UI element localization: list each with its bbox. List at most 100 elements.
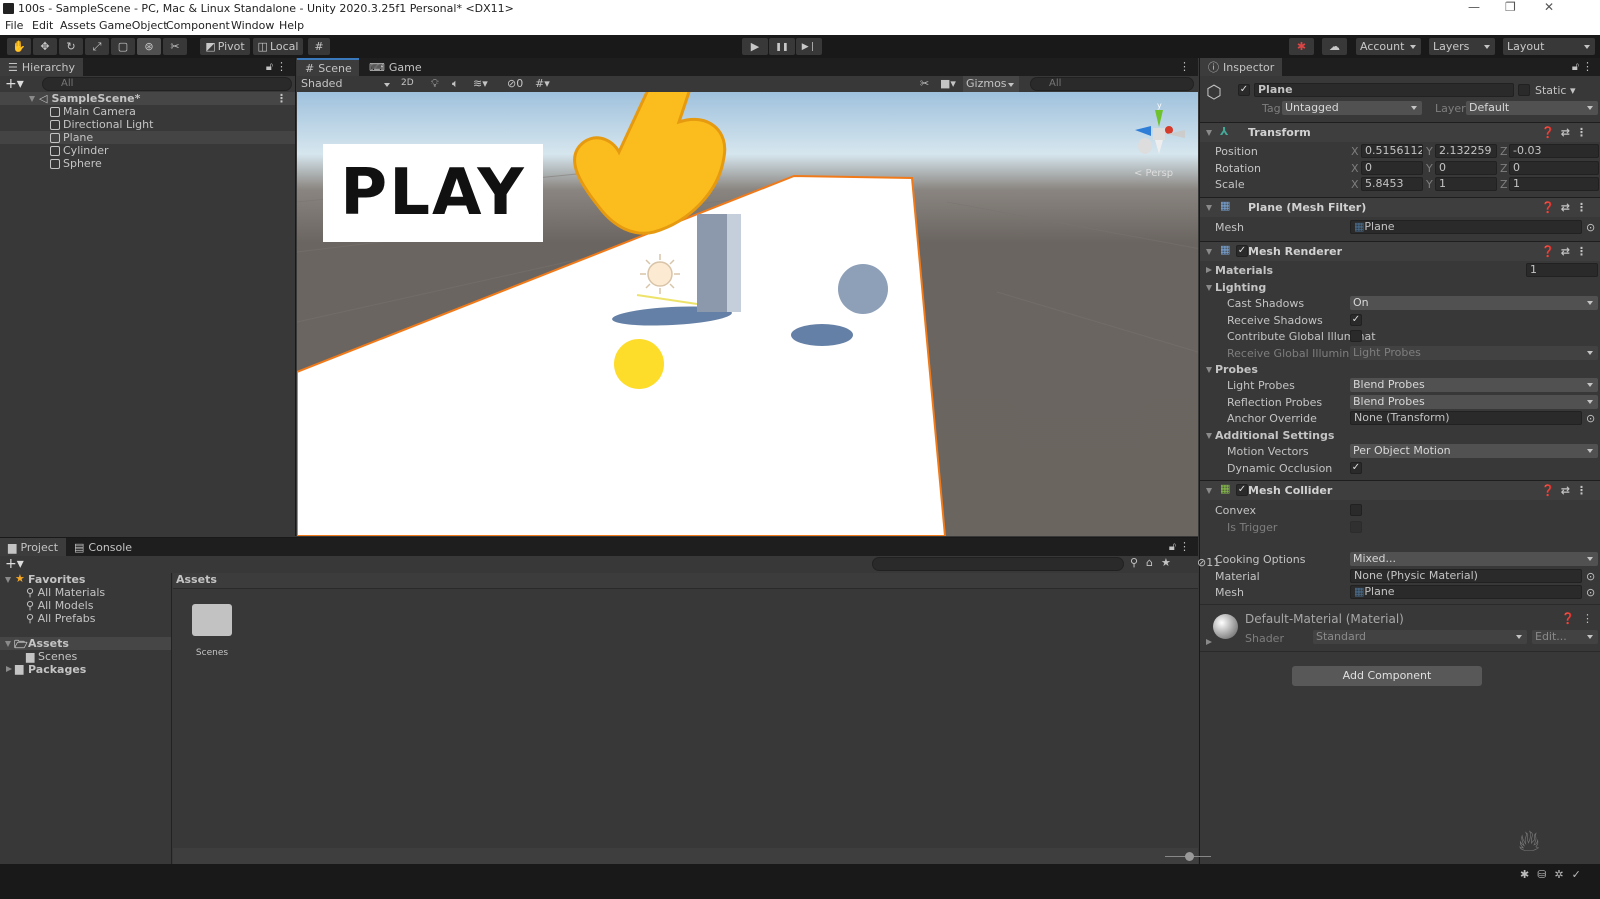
y-axis-icon[interactable] <box>1155 110 1163 127</box>
effects-toggle-icon[interactable]: ≋▾ <box>473 77 488 90</box>
mesh-collider-enabled-checkbox[interactable]: ✓ <box>1236 484 1248 496</box>
hierarchy-item[interactable]: Directional Light <box>0 118 295 131</box>
tag-dropdown[interactable]: Untagged <box>1282 101 1422 115</box>
layers-dropdown[interactable]: Layers <box>1429 38 1495 55</box>
hierarchy-search-input[interactable]: All <box>42 77 292 91</box>
shading-mode-dropdown[interactable]: Shaded <box>299 76 395 92</box>
favorite-item[interactable]: ⚲ All Materials <box>26 586 105 599</box>
transform-header[interactable]: ⅄ Transform ❓⇄⋮ <box>1200 122 1600 142</box>
menu-edit[interactable]: Edit <box>32 19 53 32</box>
reflection-probes-dropdown[interactable]: Blend Probes <box>1350 395 1598 409</box>
scene-viewport[interactable]: PLAY y < Persp <box>297 92 1198 536</box>
menu-assets[interactable]: Assets <box>60 19 96 32</box>
scale-y-field[interactable]: 1 <box>1435 177 1497 191</box>
object-picker-icon[interactable]: ⊙ <box>1586 221 1595 234</box>
favorites-node[interactable]: ★ Favorites <box>5 572 175 586</box>
transform-tool-button[interactable]: ⊛ <box>137 38 161 55</box>
grid-toggle-icon[interactable]: #▾ <box>535 77 550 90</box>
rotation-z-field[interactable]: 0 <box>1509 161 1599 175</box>
collapse-icon[interactable] <box>1206 488 1212 494</box>
lighting-section[interactable]: Lighting <box>1200 280 1600 296</box>
custom-tool-button[interactable]: ✂ <box>163 38 187 55</box>
component-actions[interactable]: ❓⇄⋮ <box>1541 126 1593 139</box>
pause-button[interactable]: ❚❚ <box>769 38 795 55</box>
object-picker-icon[interactable]: ⊙ <box>1586 586 1595 599</box>
collapse-icon[interactable] <box>1206 249 1212 255</box>
favorite-item[interactable]: ⚲ All Models <box>26 599 93 612</box>
pivot-toggle[interactable]: ◩ Pivot <box>200 38 250 55</box>
maximize-button[interactable]: ❐ <box>1505 0 1516 14</box>
receive-shadows-checkbox[interactable]: ✓ <box>1350 314 1362 326</box>
component-actions[interactable]: ❓⇄⋮ <box>1541 245 1593 258</box>
collapse-icon[interactable] <box>5 641 11 647</box>
status-icons[interactable]: ✱⛁✲✓ <box>1520 868 1589 881</box>
object-name-input[interactable]: Plane <box>1254 83 1514 97</box>
local-toggle[interactable]: ◫ Local <box>253 38 303 55</box>
scale-tool-button[interactable]: ⤢ <box>85 38 109 55</box>
lock-icon[interactable]: 🔓︎ <box>266 60 273 74</box>
scene-search-input[interactable]: All <box>1030 77 1194 91</box>
more-options-icon[interactable]: ⋮ <box>1582 612 1593 625</box>
hierarchy-item-selected[interactable]: Plane <box>0 131 295 144</box>
hierarchy-item[interactable]: Cylinder <box>0 144 295 157</box>
convex-checkbox[interactable] <box>1350 504 1362 516</box>
close-button[interactable]: ✕ <box>1544 0 1554 14</box>
active-checkbox[interactable]: ✓ <box>1238 84 1250 96</box>
menu-component[interactable]: Component <box>166 19 230 32</box>
project-search-input[interactable] <box>872 557 1124 571</box>
create-button[interactable]: +▾ <box>5 76 24 92</box>
hidden-packages-toggle[interactable]: ⊘11 <box>1197 556 1220 569</box>
favorite-item[interactable]: ⚲ All Prefabs <box>26 612 96 625</box>
account-dropdown[interactable]: Account <box>1356 38 1421 55</box>
expand-icon[interactable] <box>29 95 35 102</box>
contribute-gi-checkbox[interactable] <box>1350 330 1362 342</box>
rect-tool-button[interactable]: ▢ <box>111 38 135 55</box>
materials-count-field[interactable]: 1 <box>1526 263 1598 277</box>
anchor-override-field[interactable]: None (Transform) <box>1350 411 1582 425</box>
mesh-filter-header[interactable]: ▦ Plane (Mesh Filter) ❓⇄⋮ <box>1200 197 1600 217</box>
add-component-button[interactable]: Add Component <box>1292 666 1482 686</box>
cast-shadows-dropdown[interactable]: On <box>1350 296 1598 310</box>
rotation-y-field[interactable]: 0 <box>1435 161 1497 175</box>
menu-help[interactable]: Help <box>279 19 304 32</box>
expand-icon[interactable] <box>6 666 12 672</box>
move-tool-button[interactable]: ✥ <box>33 38 57 55</box>
zoom-slider-handle[interactable] <box>1185 852 1194 861</box>
step-button[interactable]: ▶❘ <box>796 38 822 55</box>
lighting-toggle-icon[interactable]: 💡︎ <box>431 77 439 91</box>
gameobject-icon[interactable]: ⬡ <box>1206 82 1222 103</box>
camera-dropdown-icon[interactable]: ■▾ <box>940 77 956 90</box>
tab-game[interactable]: ⌨ Game <box>361 58 430 76</box>
collab-button[interactable]: ✱ <box>1289 38 1314 55</box>
packages-node[interactable]: ▆ Packages <box>5 662 175 676</box>
more-options-icon[interactable]: ⋮ <box>1582 60 1593 73</box>
menu-window[interactable]: Window <box>231 19 274 32</box>
scene-row[interactable]: ◁ SampleScene* ⋮ <box>0 92 295 105</box>
scene-options-icon[interactable]: ⋮ <box>276 92 287 105</box>
more-options-icon[interactable]: ⋮ <box>1179 60 1190 73</box>
mesh-field[interactable]: ▦Plane <box>1350 220 1582 234</box>
collapse-icon[interactable] <box>1206 285 1212 291</box>
tab-hierarchy[interactable]: ☰ Hierarchy <box>0 58 84 76</box>
create-button[interactable]: +▾ <box>5 556 24 572</box>
project-breadcrumb[interactable]: Assets <box>173 573 1198 589</box>
shader-dropdown[interactable]: Standard <box>1313 630 1527 644</box>
more-options-icon[interactable]: ⋮ <box>1179 540 1190 553</box>
lock-icon[interactable]: 🔓︎ <box>1169 540 1176 554</box>
collider-mesh-field[interactable]: ▦Plane <box>1350 585 1582 599</box>
expand-icon[interactable] <box>1206 267 1212 273</box>
more-options-icon[interactable]: ⋮ <box>276 60 287 73</box>
menu-gameobject[interactable]: GameObject <box>99 19 168 32</box>
sphere-object[interactable] <box>838 264 888 314</box>
assets-folder-item[interactable]: ▆ Scenes <box>26 650 77 663</box>
materials-row[interactable]: Materials 1 <box>1200 263 1600 279</box>
layer-dropdown[interactable]: Default <box>1466 101 1598 115</box>
collapse-icon[interactable] <box>1206 367 1212 373</box>
tab-console[interactable]: ▤ Console <box>66 538 140 556</box>
play-button[interactable]: ▶ <box>742 38 768 55</box>
projection-toggle[interactable]: < Persp <box>1134 168 1173 179</box>
layout-dropdown[interactable]: Layout <box>1503 38 1595 55</box>
collapse-icon[interactable] <box>1206 205 1212 211</box>
z-axis-icon[interactable] <box>1135 126 1151 136</box>
collapse-icon[interactable] <box>1206 130 1212 136</box>
